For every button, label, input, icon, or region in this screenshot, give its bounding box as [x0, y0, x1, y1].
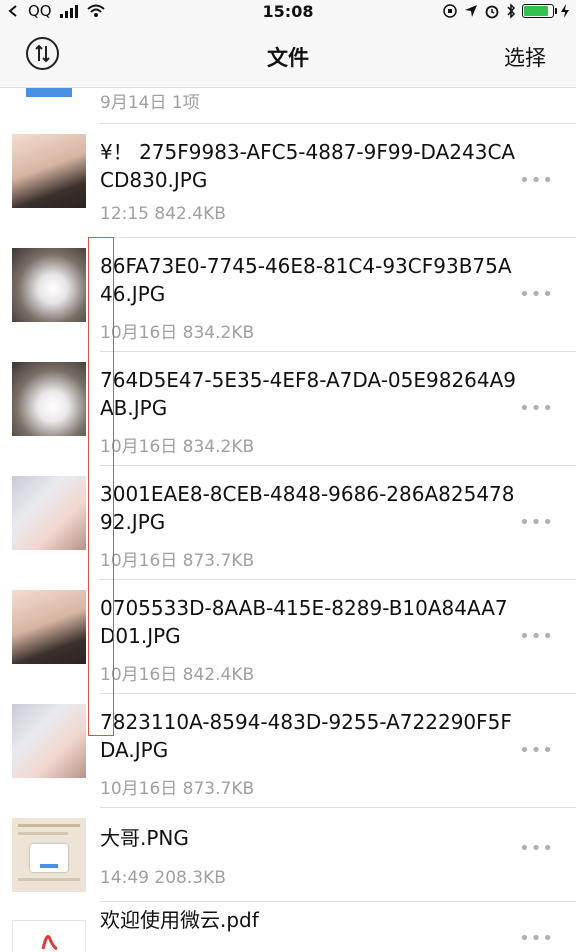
file-name: 欢迎使用微云.pdf — [100, 908, 259, 932]
file-thumbnail — [12, 704, 86, 778]
file-thumbnail — [12, 818, 86, 892]
file-meta: 14:49 208.3KB — [100, 868, 226, 888]
bluetooth-icon — [507, 3, 516, 19]
file-name: 7823110A-8594-483D-9255-A722290F5FDA.JPG — [100, 710, 512, 762]
section-date-count: 9月14日 1项 — [100, 93, 200, 113]
page-title: 文件 — [267, 46, 309, 70]
more-options-button[interactable]: ••• — [519, 512, 554, 533]
file-row[interactable]: 0705533D-8AAB-415E-8289-B10A84AA7D01.JPG… — [0, 580, 576, 694]
file-row[interactable]: 大哥.PNG 14:49 208.3KB ••• — [0, 808, 576, 902]
file-meta: 10月16日 842.4KB — [100, 665, 255, 685]
file-thumbnail — [12, 134, 86, 208]
pdf-file-icon — [12, 920, 86, 952]
file-row[interactable]: 欢迎使用微云.pdf ••• — [0, 902, 576, 952]
file-name: ¥！ 275F9983-AFC5-4887-9F99-DA243CACD830.… — [100, 140, 516, 192]
charging-icon — [561, 4, 569, 18]
battery-icon — [522, 4, 557, 18]
file-thumbnail — [12, 476, 86, 550]
file-row[interactable]: 3001EAE8-8CEB-4848-9686-286A82547892.JPG… — [0, 466, 576, 580]
more-options-button[interactable]: ••• — [519, 398, 554, 419]
file-name: 大哥.PNG — [100, 826, 189, 850]
file-meta: 10月16日 834.2KB — [100, 437, 255, 457]
highlight-box — [88, 237, 114, 736]
file-meta: 10月16日 873.7KB — [100, 551, 255, 571]
more-options-button[interactable]: ••• — [519, 740, 554, 761]
file-meta: 10月16日 834.2KB — [100, 323, 255, 343]
file-thumbnail — [12, 248, 86, 322]
file-name: 0705533D-8AAB-415E-8289-B10A84AA7D01.JPG — [100, 596, 508, 648]
more-options-button[interactable]: ••• — [519, 170, 554, 191]
file-row[interactable]: 86FA73E0-7745-46E8-81C4-93CF93B75A46.JPG… — [0, 238, 576, 352]
file-thumbnail — [12, 590, 86, 664]
status-bar: QQ 15:08 — [0, 0, 576, 26]
folder-thumb-partial — [26, 88, 72, 97]
more-options-button[interactable]: ••• — [519, 626, 554, 647]
file-row[interactable]: 7823110A-8594-483D-9255-A722290F5FDA.JPG… — [0, 694, 576, 808]
select-button[interactable]: 选择 — [504, 42, 546, 72]
orientation-lock-icon — [443, 4, 457, 18]
location-icon — [465, 5, 477, 17]
more-options-button[interactable]: ••• — [519, 284, 554, 305]
file-meta: 10月16日 873.7KB — [100, 779, 255, 799]
file-row[interactable]: ¥！ 275F9983-AFC5-4887-9F99-DA243CACD830.… — [0, 124, 576, 238]
section-header: 9月14日 1项 — [0, 88, 576, 124]
more-options-button[interactable]: ••• — [519, 928, 554, 949]
file-row[interactable]: 764D5E47-5E35-4EF8-A7DA-05E98264A9AB.JPG… — [0, 352, 576, 466]
nav-bar: 文件 选择 — [0, 26, 576, 88]
file-meta: 12:15 842.4KB — [100, 204, 226, 224]
file-name: 86FA73E0-7745-46E8-81C4-93CF93B75A46.JPG — [100, 254, 512, 306]
pdf-icon — [41, 935, 58, 951]
file-name: 764D5E47-5E35-4EF8-A7DA-05E98264A9AB.JPG — [100, 368, 517, 420]
alarm-icon — [485, 5, 499, 19]
status-bar-right — [442, 3, 570, 19]
more-options-button[interactable]: ••• — [519, 838, 554, 859]
file-name: 3001EAE8-8CEB-4848-9686-286A82547892.JPG — [100, 482, 515, 534]
file-thumbnail — [12, 362, 86, 436]
